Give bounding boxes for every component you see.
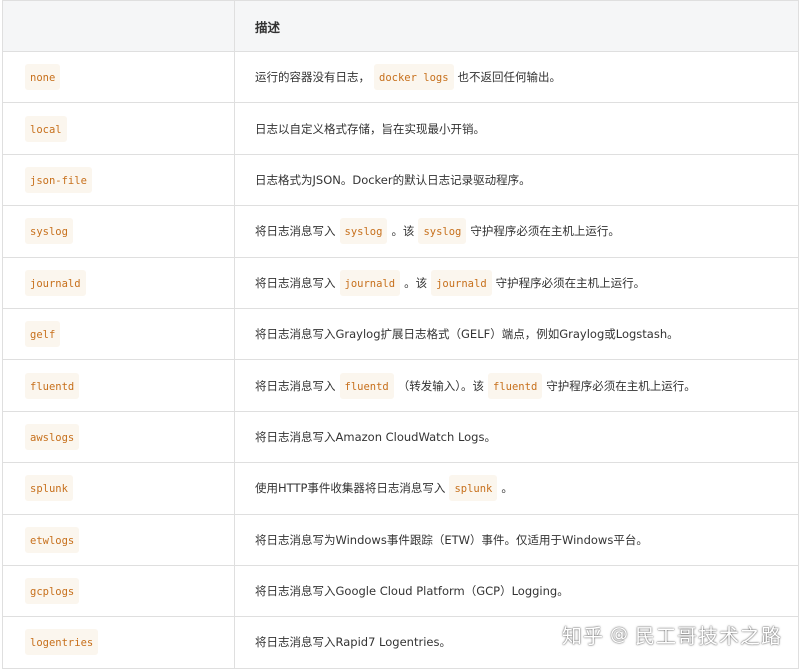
inline-code: splunk bbox=[449, 475, 498, 502]
description-text: 运行的容器没有日志， bbox=[255, 70, 370, 85]
table-row: none 运行的容器没有日志， docker logs 也不返回任何输出。 bbox=[2, 50, 799, 104]
description-text: 将日志消息写入 bbox=[255, 378, 336, 393]
driver-description-cell: 日志格式为JSON。Docker的默认日志记录驱动程序。 bbox=[234, 153, 799, 207]
driver-description-cell: 将日志消息写为Windows事件跟踪（ETW）事件。仅适用于Windows平台。 bbox=[234, 513, 799, 566]
watermark-at: @ bbox=[610, 624, 629, 645]
logging-driver-table: 描述 none 运行的容器没有日志， docker logs 也不返回任何输出。 loc… bbox=[2, 0, 799, 669]
description-text: 守护程序必须在主机上运行。 bbox=[495, 275, 646, 290]
header-name bbox=[2, 0, 235, 52]
description-text: 。 bbox=[501, 481, 513, 496]
driver-description-cell: 将日志消息写入Graylog扩展日志格式（GELF）端点，例如Graylog或L… bbox=[234, 307, 799, 361]
table-header-row: 描述 bbox=[2, 0, 799, 52]
description-text: 将日志消息写为Windows事件跟踪（ETW）事件。仅适用于Windows平台。 bbox=[255, 532, 648, 547]
driver-name: local bbox=[25, 115, 67, 142]
description-text: 将日志消息写入 bbox=[255, 224, 336, 239]
description-text: 将日志消息写入 bbox=[255, 275, 336, 290]
driver-name: etwlogs bbox=[25, 526, 80, 553]
driver-name-cell: local bbox=[2, 102, 235, 155]
driver-name-cell: etwlogs bbox=[2, 513, 235, 566]
driver-name-cell: fluentd bbox=[2, 359, 235, 412]
driver-description-cell: 将日志消息写入 journald 。该 journald 守护程序必须在主机上运行。 bbox=[234, 256, 799, 309]
description-text: 日志以自定义格式存储，旨在实现最小开销。 bbox=[255, 121, 485, 136]
description-text: 使用HTTP事件收集器将日志消息写入 bbox=[255, 481, 446, 496]
driver-name-cell: gcplogs bbox=[2, 564, 235, 618]
description-text: 将日志消息写入Rapid7 Logentries。 bbox=[255, 635, 451, 650]
description-text: 。该 bbox=[391, 224, 415, 239]
driver-name-cell: journald bbox=[2, 256, 235, 309]
driver-description-cell: 将日志消息写入 syslog 。该 syslog 守护程序必须在主机上运行。 bbox=[234, 205, 799, 258]
driver-name-cell: gelf bbox=[2, 307, 235, 361]
table-row: etwlogs 将日志消息写为Windows事件跟踪（ETW）事件。仅适用于Win… bbox=[2, 513, 799, 566]
table-row: splunk 使用HTTP事件收集器将日志消息写入 splunk。 bbox=[2, 462, 799, 515]
table-row: journald 将日志消息写入 journald 。该 journald 守护程序必须在… bbox=[2, 256, 799, 309]
driver-name: journald bbox=[25, 269, 86, 296]
table-row: gelf 将日志消息写入Graylog扩展日志格式（GELF）端点，例如Grayl… bbox=[2, 307, 799, 361]
driver-description-cell: 日志以自定义格式存储，旨在实现最小开销。 bbox=[234, 102, 799, 155]
table-row: syslog 将日志消息写入 syslog 。该 syslog 守护程序必须在主机上运行。 bbox=[2, 205, 799, 258]
driver-name-cell: json-file bbox=[2, 153, 235, 207]
driver-name-cell: syslog bbox=[2, 205, 235, 258]
driver-name: syslog bbox=[25, 218, 73, 245]
driver-name: gcplogs bbox=[25, 578, 80, 605]
table-body: none 运行的容器没有日志， docker logs 也不返回任何输出。 local 日… bbox=[2, 50, 799, 669]
inline-code: syslog bbox=[418, 218, 467, 245]
driver-name: splunk bbox=[25, 475, 73, 502]
inline-code: journald bbox=[339, 269, 401, 296]
watermark-site: 知乎 bbox=[562, 624, 604, 648]
table-row: json-file 日志格式为JSON。Docker的默认日志记录驱动程序。 bbox=[2, 153, 799, 207]
driver-description-cell: 将日志消息写入 fluentd （转发输入）。该 fluentd 守护程序必须在主机上运… bbox=[234, 359, 799, 412]
driver-name-cell: logentries bbox=[2, 616, 235, 669]
description-text: 也不返回任何输出。 bbox=[457, 70, 562, 85]
table-row: gcplogs 将日志消息写入Google Cloud Platform（GCP）… bbox=[2, 564, 799, 618]
inline-code: journald bbox=[431, 269, 492, 296]
table-row: fluentd 将日志消息写入 fluentd （转发输入）。该 fluentd 守护程序… bbox=[2, 359, 799, 412]
description-text: 将日志消息写入Graylog扩展日志格式（GELF）端点，例如Graylog或L… bbox=[255, 327, 679, 342]
watermark-author: 民工哥技术之路 bbox=[635, 624, 782, 648]
driver-name-cell: none bbox=[2, 50, 235, 104]
zhihu-watermark: 知乎 @ 民工哥技术之路 bbox=[562, 620, 782, 649]
driver-description-cell: 将日志消息写入Google Cloud Platform（GCP）Logging… bbox=[234, 564, 799, 618]
inline-code: syslog bbox=[339, 218, 388, 245]
driver-name: json-file bbox=[25, 166, 92, 193]
description-text: （转发输入）。该 bbox=[397, 378, 485, 393]
driver-description-cell: 运行的容器没有日志， docker logs 也不返回任何输出。 bbox=[234, 50, 799, 104]
header-description: 描述 bbox=[234, 0, 799, 52]
driver-name: gelf bbox=[25, 321, 61, 348]
table-row: local 日志以自定义格式存储，旨在实现最小开销。 bbox=[2, 102, 799, 155]
driver-name-cell: awslogs bbox=[2, 410, 235, 464]
description-text: 守护程序必须在主机上运行。 bbox=[546, 378, 696, 393]
page: 描述 none 运行的容器没有日志， docker logs 也不返回任何输出。 loc… bbox=[0, 0, 800, 669]
inline-code: fluentd bbox=[488, 372, 543, 399]
description-text: 将日志消息写入Google Cloud Platform（GCP）Logging… bbox=[255, 584, 569, 599]
description-text: 将日志消息写入Amazon CloudWatch Logs。 bbox=[255, 429, 496, 444]
description-text: 日志格式为JSON。Docker的默认日志记录驱动程序。 bbox=[255, 172, 531, 187]
inline-code: fluentd bbox=[339, 372, 394, 399]
description-text: 守护程序必须在主机上运行。 bbox=[470, 224, 620, 239]
driver-name: none bbox=[25, 64, 61, 91]
driver-name-cell: splunk bbox=[2, 462, 235, 515]
driver-name: fluentd bbox=[25, 372, 80, 399]
table-row: awslogs 将日志消息写入Amazon CloudWatch Logs。 bbox=[2, 410, 799, 464]
driver-name: awslogs bbox=[25, 423, 80, 450]
description-text: 。该 bbox=[404, 275, 428, 290]
inline-code: docker logs bbox=[374, 64, 454, 91]
driver-name: logentries bbox=[25, 629, 99, 656]
driver-description-cell: 将日志消息写入Amazon CloudWatch Logs。 bbox=[234, 410, 799, 464]
driver-description-cell: 使用HTTP事件收集器将日志消息写入 splunk。 bbox=[234, 462, 799, 515]
